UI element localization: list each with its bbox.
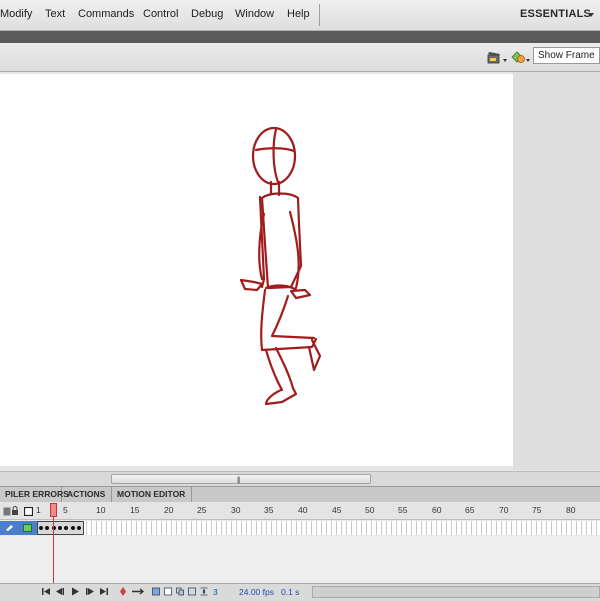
chevron-down-icon[interactable] <box>526 59 530 62</box>
scrollbar-thumb[interactable]: ||| <box>111 474 371 484</box>
character-sketch[interactable] <box>0 74 513 466</box>
ruler-label: 50 <box>365 505 375 515</box>
sketch-arm <box>288 210 300 290</box>
menu-help[interactable]: Help <box>287 8 310 20</box>
pencil-icon <box>6 525 13 531</box>
panel-tabs: PILER ERRORS ACTIONS MOTION EDITOR <box>0 486 600 503</box>
menu-separator <box>319 4 320 26</box>
keyframe-dot[interactable] <box>57 526 62 530</box>
ruler-label: 65 <box>465 505 475 515</box>
ruler-label: 5 <box>63 505 68 515</box>
sketch-hand <box>289 288 312 300</box>
play-icon[interactable] <box>71 587 79 596</box>
sketch-torso <box>260 192 303 290</box>
lock-icon[interactable] <box>11 506 19 516</box>
sketch-front-foot <box>264 386 298 406</box>
sketch-head-line <box>272 127 280 184</box>
layer-outline-color-icon[interactable] <box>23 524 32 532</box>
eye-icon[interactable] <box>3 507 11 516</box>
frame-rate[interactable]: 24.00 fps <box>239 587 274 597</box>
edit-bar <box>0 43 600 72</box>
ruler-label: 15 <box>130 505 140 515</box>
onion-skin-icon[interactable] <box>164 587 172 596</box>
marker-icon[interactable] <box>119 587 127 596</box>
ruler-label: 30 <box>231 505 241 515</box>
stage[interactable] <box>0 74 513 466</box>
workspace-switcher[interactable]: ESSENTIALS <box>520 8 591 20</box>
loop-icon[interactable] <box>131 587 145 596</box>
timeline-horizontal-scrollbar[interactable] <box>312 586 600 598</box>
edit-multiple-frames-icon[interactable] <box>188 587 196 596</box>
menu-text[interactable]: Text <box>45 8 65 20</box>
chevron-down-icon[interactable] <box>503 59 507 62</box>
menu-window[interactable]: Window <box>235 8 274 20</box>
outline-icon[interactable] <box>24 507 33 516</box>
ruler-label: 25 <box>197 505 207 515</box>
sketch-back-leg <box>260 288 318 352</box>
chevron-down-icon[interactable] <box>588 13 594 17</box>
ruler-label: 10 <box>96 505 106 515</box>
elapsed-time: 0.1 s <box>281 587 300 597</box>
edit-symbols-icon[interactable] <box>510 51 526 64</box>
ruler-label: 40 <box>298 505 308 515</box>
ruler-label: 75 <box>532 505 542 515</box>
ruler-label: 60 <box>432 505 442 515</box>
timeline-empty-area <box>0 536 600 584</box>
sketch-back-foot <box>307 338 322 372</box>
edit-scene-icon[interactable] <box>487 51 503 64</box>
keyframe-dot[interactable] <box>70 526 75 530</box>
go-to-first-frame-icon[interactable] <box>42 587 50 596</box>
tab-actions[interactable]: ACTIONS <box>62 487 112 502</box>
keyframe-dot[interactable] <box>76 526 81 530</box>
menu-debug[interactable]: Debug <box>191 8 223 20</box>
ruler-label: 55 <box>398 505 408 515</box>
ruler-label: 70 <box>499 505 509 515</box>
tab-motion-editor[interactable]: MOTION EDITOR <box>112 487 192 502</box>
stage-horizontal-scrollbar[interactable]: ||| <box>0 471 600 486</box>
zoom-select[interactable]: Show Frame <box>533 47 600 64</box>
ruler-label: 20 <box>164 505 174 515</box>
layer-frame-cells[interactable] <box>37 521 600 535</box>
ruler-label: 45 <box>332 505 342 515</box>
menu-control[interactable]: Control <box>143 8 178 20</box>
sketch-hand <box>239 278 264 292</box>
menu-commands[interactable]: Commands <box>78 8 134 20</box>
tab-compiler-errors[interactable]: PILER ERRORS <box>0 487 69 502</box>
grip-icon: ||| <box>237 477 241 484</box>
ruler-label: 80 <box>566 505 576 515</box>
step-back-icon[interactable] <box>56 587 64 596</box>
ruler-label: 35 <box>264 505 274 515</box>
sketch-back-leg <box>270 294 316 340</box>
keyframe-dot[interactable] <box>39 526 43 530</box>
modify-markers-icon[interactable] <box>200 587 208 596</box>
playhead[interactable] <box>50 503 57 517</box>
onion-outline-icon[interactable] <box>176 587 184 596</box>
current-frame[interactable]: 3 <box>213 587 218 597</box>
right-pasteboard <box>513 72 600 470</box>
go-to-last-frame-icon[interactable] <box>100 587 108 596</box>
menu-modify[interactable]: Modify <box>0 8 32 20</box>
center-frame-icon[interactable] <box>152 587 160 596</box>
menu-bar: Modify Text Commands Control Debug Windo… <box>0 0 600 31</box>
sketch-head-line <box>254 147 296 153</box>
step-forward-icon[interactable] <box>86 587 94 596</box>
document-tab-strip <box>0 31 600 43</box>
timeline-frame-marker: 1 <box>36 505 41 515</box>
